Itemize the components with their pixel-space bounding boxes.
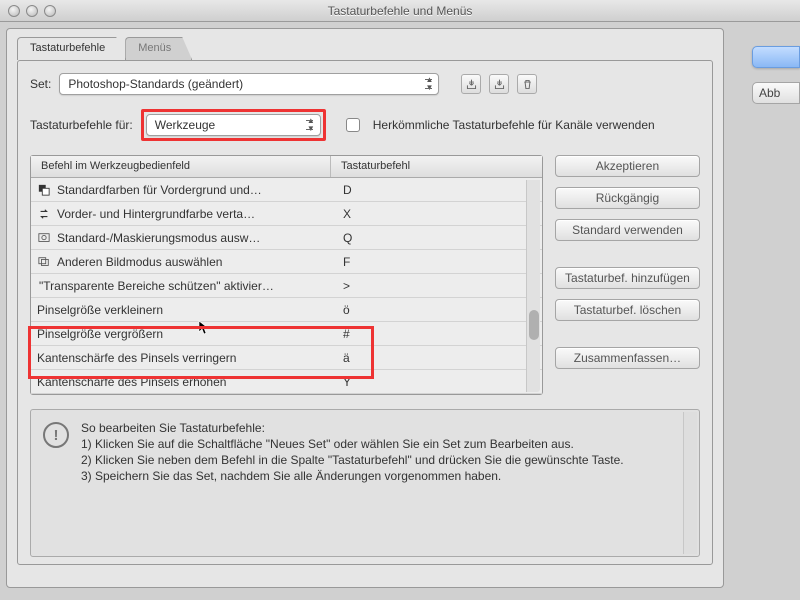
shortcut-value[interactable]: Q — [337, 231, 536, 245]
command-label: Pinselgröße vergrößern — [37, 327, 163, 341]
swap-icon — [37, 208, 51, 220]
command-label: Standardfarben für Vordergrund und… — [57, 183, 262, 197]
legacy-channels-checkbox[interactable] — [346, 118, 360, 132]
highlight-for-select: Werkzeuge ▲▼ — [141, 109, 326, 141]
set-row: Set: Photoshop-Standards (geändert) ▲▼ — [30, 73, 700, 95]
table-row[interactable]: Kantenschärfe des Pinsels verringern ä — [31, 346, 542, 370]
scrollbar-thumb[interactable] — [529, 310, 539, 340]
mask-icon — [37, 232, 51, 244]
help-line2: 2) Klicken Sie neben dem Befehl in die S… — [81, 452, 624, 468]
delete-shortcut-button[interactable]: Tastaturbef. löschen — [555, 299, 700, 321]
command-label: Pinselgröße verkleinern — [37, 303, 163, 317]
help-heading: So bearbeiten Sie Tastaturbefehle: — [81, 420, 624, 436]
swatch-icon — [37, 184, 51, 196]
help-box: ! So bearbeiten Sie Tastaturbefehle: 1) … — [30, 409, 700, 557]
shortcut-value[interactable]: Y — [337, 375, 536, 389]
shortcut-value[interactable]: ö — [337, 303, 536, 317]
titlebar: Tastaturbefehle und Menüs — [0, 0, 800, 22]
set-select[interactable]: Photoshop-Standards (geändert) ▲▼ — [59, 73, 439, 95]
use-default-button[interactable]: Standard verwenden — [555, 219, 700, 241]
dialog-right-buttons: Abb — [742, 28, 800, 104]
legacy-channels-label: Herkömmliche Tastaturbefehle für Kanäle … — [373, 118, 655, 132]
shortcut-value[interactable]: D — [337, 183, 536, 197]
table-row[interactable]: Anderen Bildmodus auswählen F — [31, 250, 542, 274]
for-select[interactable]: Werkzeuge ▲▼ — [146, 114, 321, 136]
command-label: Standard-/Maskierungsmodus ausw… — [57, 231, 260, 245]
tab-shortcuts[interactable]: Tastaturbefehle — [17, 37, 126, 60]
save-set-icon[interactable] — [461, 74, 481, 94]
table-row[interactable]: Vorder- und Hintergrundfarbe verta… X — [31, 202, 542, 226]
command-label: Anderen Bildmodus auswählen — [57, 255, 222, 269]
accept-button[interactable]: Akzeptieren — [555, 155, 700, 177]
shortcuts-table: Befehl im Werkzeugbedienfeld Tastaturbef… — [30, 155, 543, 395]
shortcut-value[interactable]: F — [337, 255, 536, 269]
dialog-inner: Set: Photoshop-Standards (geändert) ▲▼ T… — [17, 60, 713, 565]
for-row: Tastaturbefehle für: Werkzeuge ▲▼ Herköm… — [30, 109, 700, 141]
set-label: Set: — [30, 77, 51, 91]
col-shortcut[interactable]: Tastaturbefehl — [331, 156, 542, 177]
table-scrollbar[interactable] — [526, 180, 540, 392]
table-row[interactable]: "Transparente Bereiche schützen" aktivie… — [31, 274, 542, 298]
tab-bar: Tastaturbefehle Menüs — [17, 37, 723, 60]
ok-button[interactable] — [752, 46, 800, 68]
undo-button[interactable]: Rückgängig — [555, 187, 700, 209]
help-text: So bearbeiten Sie Tastaturbefehle: 1) Kl… — [81, 420, 624, 530]
for-select-value: Werkzeuge — [155, 118, 215, 132]
command-label: "Transparente Bereiche schützen" aktivie… — [39, 279, 274, 293]
table-row[interactable]: Kantenschärfe des Pinsels erhöhen Y — [31, 370, 542, 394]
add-shortcut-button[interactable]: Tastaturbef. hinzufügen — [555, 267, 700, 289]
new-set-icon[interactable] — [489, 74, 509, 94]
shortcut-value[interactable]: # — [337, 327, 536, 341]
set-select-value: Photoshop-Standards (geändert) — [68, 77, 243, 91]
table-row[interactable]: Pinselgröße vergrößern # — [31, 322, 542, 346]
summarize-button[interactable]: Zusammenfassen… — [555, 347, 700, 369]
col-command[interactable]: Befehl im Werkzeugbedienfeld — [31, 156, 331, 177]
table-row[interactable]: Standard-/Maskierungsmodus ausw… Q — [31, 226, 542, 250]
table-row[interactable]: Standardfarben für Vordergrund und… D — [31, 178, 542, 202]
help-line3: 3) Speichern Sie das Set, nachdem Sie al… — [81, 468, 624, 484]
cancel-button[interactable]: Abb — [752, 82, 800, 104]
table-row[interactable]: Pinselgröße verkleinern ö — [31, 298, 542, 322]
dialog-panel: Tastaturbefehle Menüs Set: Photoshop-Sta… — [6, 28, 724, 588]
shortcut-value[interactable]: X — [337, 207, 536, 221]
shortcut-value[interactable]: > — [337, 279, 536, 293]
tab-menus[interactable]: Menüs — [125, 37, 192, 60]
help-line1: 1) Klicken Sie auf die Schaltfläche "Neu… — [81, 436, 624, 452]
command-label: Kantenschärfe des Pinsels verringern — [37, 351, 236, 365]
delete-set-icon[interactable] — [517, 74, 537, 94]
command-label: Kantenschärfe des Pinsels erhöhen — [37, 375, 226, 389]
info-icon: ! — [43, 422, 69, 448]
command-label: Vorder- und Hintergrundfarbe verta… — [57, 207, 255, 221]
side-buttons: Akzeptieren Rückgängig Standard verwende… — [555, 155, 700, 395]
shortcut-value[interactable]: ä — [337, 351, 536, 365]
screen-icon — [37, 256, 51, 268]
for-label: Tastaturbefehle für: — [30, 118, 133, 132]
window-title: Tastaturbefehle und Menüs — [0, 4, 800, 18]
help-scrollbar[interactable] — [683, 412, 697, 554]
